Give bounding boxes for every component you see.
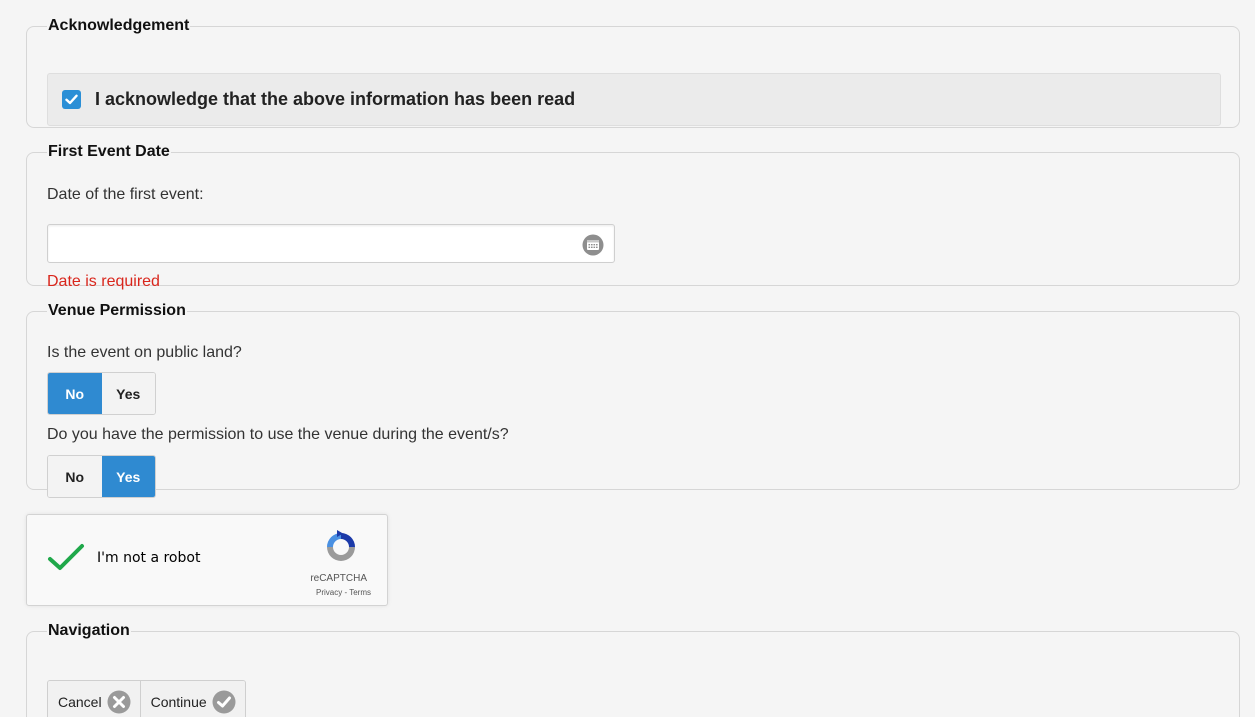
date-error-message: Date is required: [47, 273, 160, 290]
cancel-x-icon: [107, 690, 131, 714]
checkmark-icon: [65, 94, 78, 105]
recaptcha-label: I'm not a robot: [97, 550, 201, 566]
public-land-no-option[interactable]: No: [48, 373, 102, 414]
venue-permission-legend: Venue Permission: [48, 302, 186, 319]
public-land-question: Is the event on public land?: [47, 344, 242, 361]
navigation-button-group: Cancel Continue: [47, 680, 246, 717]
venue-permission-toggle: No Yes: [47, 455, 156, 498]
acknowledge-checkbox-row[interactable]: I acknowledge that the above information…: [47, 73, 1221, 126]
recaptcha-brand: reCAPTCHA: [310, 573, 367, 584]
public-land-toggle: No Yes: [47, 372, 156, 415]
form-page: Acknowledgement I acknowledge that the a…: [0, 0, 1255, 717]
venue-permission-yes-option[interactable]: Yes: [101, 456, 155, 497]
venue-permission-no-option[interactable]: No: [48, 456, 102, 497]
acknowledge-label: I acknowledge that the above information…: [95, 89, 576, 109]
venue-permission-question: Do you have the permission to use the ve…: [47, 426, 509, 443]
date-label: Date of the first event:: [47, 186, 204, 203]
calendar-icon[interactable]: [582, 234, 604, 261]
acknowledgement-legend: Acknowledgement: [48, 17, 190, 34]
acknowledge-checkbox[interactable]: [62, 90, 81, 109]
continue-check-icon: [212, 690, 236, 714]
recaptcha-widget: I'm not a robot reCAPTCHA Privacy - Term…: [26, 514, 388, 606]
recaptcha-privacy-terms-links[interactable]: Privacy - Terms: [27, 588, 371, 597]
date-field[interactable]: [47, 224, 615, 263]
continue-label: Continue: [150, 694, 207, 710]
cancel-button[interactable]: Cancel: [48, 681, 140, 717]
continue-button[interactable]: Continue: [139, 681, 245, 717]
cancel-label: Cancel: [58, 694, 102, 710]
public-land-yes-option[interactable]: Yes: [101, 373, 155, 414]
first-event-date-legend: First Event Date: [48, 143, 170, 160]
navigation-section: Navigation Cancel Continue: [26, 622, 1240, 717]
date-input[interactable]: [48, 225, 568, 262]
venue-permission-section: Venue Permission Is the event on public …: [26, 302, 1240, 498]
navigation-legend: Navigation: [48, 622, 130, 639]
acknowledgement-section: Acknowledgement I acknowledge that the a…: [26, 17, 1240, 128]
first-event-date-section: First Event Date Date of the first event…: [26, 143, 1240, 290]
recaptcha-logo-icon: [323, 529, 359, 570]
